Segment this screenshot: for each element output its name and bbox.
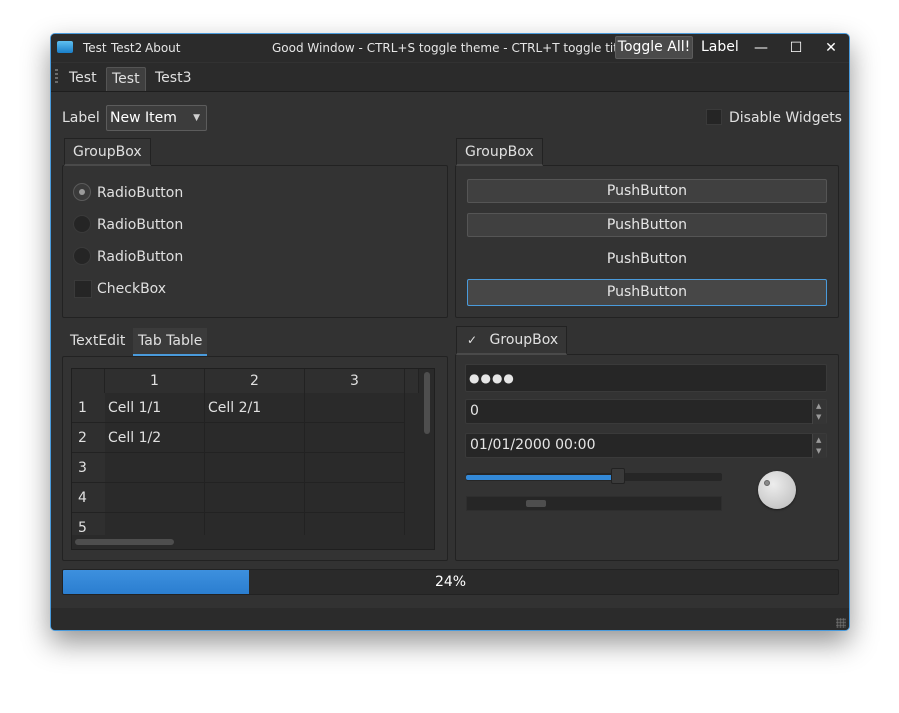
column-header-filler xyxy=(405,369,419,393)
horizontal-slider[interactable] xyxy=(466,468,722,484)
menu-test2[interactable]: Test2 xyxy=(111,41,142,55)
chevron-down-icon: ▼ xyxy=(193,113,200,123)
push-button-2[interactable]: PushButton xyxy=(467,213,827,237)
column-header[interactable]: 3 xyxy=(305,369,405,393)
horizontal-scroll-thumb[interactable] xyxy=(75,539,174,545)
checkable-groupbox-header[interactable]: ✓ GroupBox xyxy=(456,326,568,355)
scrollbar-thumb[interactable] xyxy=(525,500,546,507)
toolbar-tab-test3[interactable]: Test3 xyxy=(150,67,196,91)
window-title: Good Window - CTRL+S toggle theme - CTRL… xyxy=(272,41,658,55)
table-cell[interactable] xyxy=(305,393,405,423)
datetime-edit[interactable]: 01/01/2000 00:00 ▲ ▼ xyxy=(465,433,827,458)
table-cell[interactable]: Cell 1/1 xyxy=(105,393,205,423)
table-cell[interactable] xyxy=(305,483,405,513)
datetime-spin-buttons[interactable]: ▲ ▼ xyxy=(812,434,826,458)
disable-widgets-checkbox[interactable] xyxy=(706,109,722,125)
radio-checked-dot xyxy=(79,189,85,195)
radio-button-2[interactable] xyxy=(73,215,91,233)
datetime-value: 01/01/2000 00:00 xyxy=(470,437,596,453)
tab-textedit[interactable]: TextEdit xyxy=(65,328,130,356)
radio-button-3[interactable] xyxy=(73,247,91,265)
row-header[interactable]: 4 xyxy=(72,483,105,513)
table-cell[interactable] xyxy=(205,483,305,513)
left-groupbox-title: GroupBox xyxy=(64,138,151,166)
minimize-button[interactable]: — xyxy=(743,34,779,62)
maximize-icon: ☐ xyxy=(789,40,803,56)
table-horizontal-scrollbar[interactable] xyxy=(72,535,420,549)
progress-bar: 24% xyxy=(62,569,839,595)
progress-text: 24% xyxy=(434,574,467,590)
table-vertical-scrollbar[interactable] xyxy=(420,369,434,535)
dial-notch xyxy=(764,480,770,486)
column-header[interactable]: 2 xyxy=(205,369,305,393)
minimize-icon: — xyxy=(754,40,768,56)
dial[interactable] xyxy=(758,471,796,509)
right-groupbox-title: GroupBox xyxy=(456,138,543,166)
spin-down-icon[interactable]: ▼ xyxy=(816,413,821,421)
close-icon: ✕ xyxy=(825,40,837,56)
toolbar-tab-test-2[interactable]: Test xyxy=(106,67,146,91)
combo-label: Label xyxy=(62,110,100,126)
spinbox[interactable]: 0 ▲ ▼ xyxy=(465,399,827,424)
check-icon: ✓ xyxy=(467,333,478,347)
item-combobox[interactable]: New Item ▼ xyxy=(106,105,207,131)
horizontal-scrollbar[interactable] xyxy=(466,496,722,511)
checkbox-label: CheckBox xyxy=(97,281,167,297)
table-cell[interactable]: Cell 2/1 xyxy=(205,393,305,423)
toolbar-tab-test-1[interactable]: Test xyxy=(64,67,102,91)
close-button[interactable]: ✕ xyxy=(813,34,849,62)
main-window: Test Test2 About Good Window - CTRL+S to… xyxy=(50,33,850,631)
combo-value: New Item xyxy=(110,110,177,126)
spinbox-buttons[interactable]: ▲ ▼ xyxy=(812,400,826,424)
toolbar-grip-icon[interactable] xyxy=(55,69,58,85)
row-header[interactable]: 2 xyxy=(72,423,105,453)
datetime-up-icon[interactable]: ▲ xyxy=(816,436,821,444)
menu-about[interactable]: About xyxy=(145,41,180,55)
checkbox[interactable] xyxy=(74,280,92,298)
radio-label-3: RadioButton xyxy=(97,249,184,265)
slider-handle[interactable] xyxy=(611,468,626,484)
menu-test[interactable]: Test xyxy=(83,41,107,55)
table-corner[interactable] xyxy=(72,369,105,393)
data-table: 1 2 3 1 Cell 1/1 Cell 2/1 2 Cell 1/2 3 4… xyxy=(71,368,435,550)
table-cell[interactable] xyxy=(205,453,305,483)
tab-table[interactable]: Tab Table xyxy=(133,328,208,356)
checkable-groupbox-title: GroupBox xyxy=(489,332,559,348)
radio-label-1: RadioButton xyxy=(97,185,184,201)
disable-widgets-label: Disable Widgets xyxy=(729,110,842,126)
table-cell[interactable]: Cell 1/2 xyxy=(105,423,205,453)
maximize-button[interactable]: ☐ xyxy=(778,34,814,62)
table-cell[interactable] xyxy=(105,453,205,483)
radio-label-2: RadioButton xyxy=(97,217,184,233)
column-header[interactable]: 1 xyxy=(105,369,205,393)
radio-button-1[interactable] xyxy=(73,183,91,201)
table-cell[interactable] xyxy=(305,453,405,483)
row-header[interactable]: 3 xyxy=(72,453,105,483)
vertical-scroll-thumb[interactable] xyxy=(424,372,430,434)
status-bar xyxy=(51,608,849,630)
slider-fill xyxy=(466,475,619,480)
push-button-3-flat[interactable]: PushButton xyxy=(467,247,827,271)
row-header[interactable]: 1 xyxy=(72,393,105,423)
size-grip-icon[interactable] xyxy=(836,618,846,628)
toggle-all-button[interactable]: Toggle All! xyxy=(615,36,693,59)
push-button-1[interactable]: PushButton xyxy=(467,179,827,203)
spinbox-value: 0 xyxy=(470,403,479,419)
push-button-4-focused[interactable]: PushButton xyxy=(467,279,827,306)
datetime-down-icon[interactable]: ▼ xyxy=(816,447,821,455)
app-icon xyxy=(57,41,73,53)
password-field[interactable]: ●●●● xyxy=(465,364,827,392)
titlebar-label: Label xyxy=(701,39,739,55)
table-cell[interactable] xyxy=(205,423,305,453)
spin-up-icon[interactable]: ▲ xyxy=(816,402,821,410)
table-cell[interactable] xyxy=(305,423,405,453)
table-cell[interactable] xyxy=(105,483,205,513)
